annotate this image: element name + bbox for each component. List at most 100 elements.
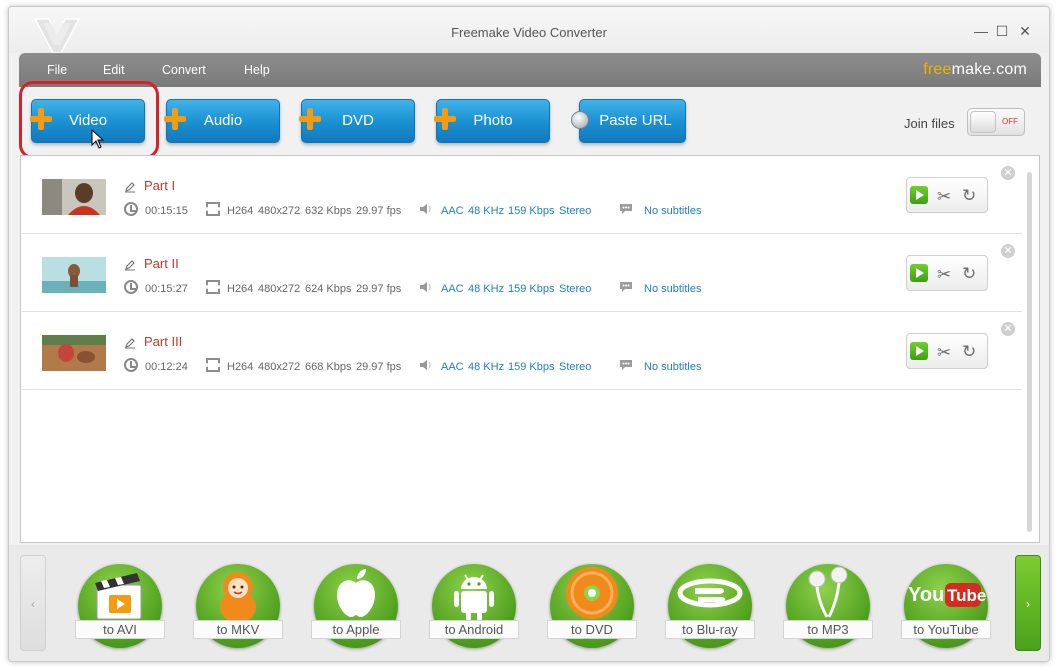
video-codec: H264 (227, 361, 254, 373)
speech-bubble-icon (620, 204, 632, 214)
maximize-button[interactable]: ☐ (994, 23, 1010, 39)
svg-text:Tube: Tube (947, 586, 986, 605)
format-label: to MP3 (783, 620, 873, 639)
video-resolution: 480x272 (258, 205, 301, 217)
format-label: to AVI (75, 620, 165, 639)
rotate-icon[interactable]: ↻ (962, 342, 976, 362)
plus-icon (434, 108, 456, 130)
format-label: to DVD (547, 620, 637, 639)
subtitles[interactable]: No subtitles (644, 361, 701, 373)
minimize-button[interactable]: — (973, 23, 989, 39)
scissors-icon[interactable]: ✂ (937, 343, 951, 363)
pencil-icon[interactable] (124, 181, 136, 193)
pencil-icon[interactable] (124, 259, 136, 271)
brand-logo[interactable]: freemake.com (923, 61, 1027, 79)
subtitles[interactable]: No subtitles (644, 205, 701, 217)
pencil-icon[interactable] (124, 337, 136, 349)
clock-icon (124, 358, 138, 372)
play-icon[interactable] (910, 186, 928, 204)
play-icon[interactable] (910, 342, 928, 360)
format-android[interactable]: to Android (429, 561, 519, 651)
menu-edit[interactable]: Edit (103, 63, 125, 77)
brand-free: free (923, 61, 952, 78)
plus-icon (164, 108, 186, 130)
format-label: to Android (429, 620, 519, 639)
film-icon (206, 280, 220, 294)
format-youtube[interactable]: You Tube to YouTube (901, 561, 991, 651)
audio-codec[interactable]: AAC (441, 361, 464, 373)
format-bar: ‹ to AVI to MKV to Apple to Android to D… (9, 545, 1049, 661)
format-dvd[interactable]: to DVD (547, 561, 637, 651)
rotate-icon[interactable]: ↻ (962, 186, 976, 206)
close-icon[interactable]: ✕ (1001, 166, 1015, 180)
file-name[interactable]: Part II (144, 256, 179, 271)
audio-rate[interactable]: 48 KHz (468, 205, 504, 217)
file-row[interactable]: Part I 00:15:15 H264 480x272 632 Kbps 29… (22, 156, 1022, 234)
format-bluray[interactable]: to Blu-ray (665, 561, 755, 651)
format-avi[interactable]: to AVI (75, 561, 165, 651)
video-codec: H264 (227, 283, 254, 295)
audio-channels[interactable]: Stereo (559, 205, 591, 217)
menu-file[interactable]: File (47, 63, 67, 77)
join-files-toggle[interactable]: OFF (967, 108, 1025, 136)
speaker-icon (420, 282, 431, 292)
subtitles[interactable]: No subtitles (644, 283, 701, 295)
window-title: Freemake Video Converter (451, 25, 607, 40)
video-resolution: 480x272 (258, 361, 301, 373)
format-label: to Apple (311, 620, 401, 639)
audio-codec[interactable]: AAC (441, 205, 464, 217)
scroll-left-button[interactable]: ‹ (20, 555, 46, 651)
duration: 00:15:15 (145, 205, 188, 217)
scrollbar[interactable] (1027, 172, 1032, 532)
paste-url-button[interactable]: Paste URL (579, 99, 686, 143)
svg-text:You: You (908, 584, 944, 606)
scroll-right-button[interactable]: › (1015, 555, 1041, 651)
audio-bitrate[interactable]: 159 Kbps (508, 361, 554, 373)
play-icon[interactable] (910, 264, 928, 282)
film-icon (206, 358, 220, 372)
video-bitrate: 668 Kbps (305, 361, 352, 373)
row-actions: ✂ ↻ (906, 333, 988, 369)
row-actions: ✂ ↻ (906, 255, 988, 291)
menu-convert[interactable]: Convert (162, 63, 206, 77)
clock-icon (124, 280, 138, 294)
clock-icon (124, 202, 138, 216)
rotate-icon[interactable]: ↻ (962, 264, 976, 284)
audio-codec[interactable]: AAC (441, 283, 464, 295)
speech-bubble-icon (620, 282, 632, 292)
format-label: to YouTube (901, 620, 991, 639)
menu-help[interactable]: Help (244, 63, 270, 77)
format-mp3[interactable]: to MP3 (783, 561, 873, 651)
join-files-label: Join files (904, 116, 955, 131)
audio-channels[interactable]: Stereo (559, 283, 591, 295)
format-apple[interactable]: to Apple (311, 561, 401, 651)
video-resolution: 480x272 (258, 283, 301, 295)
audio-rate[interactable]: 48 KHz (468, 283, 504, 295)
scissors-icon[interactable]: ✂ (937, 187, 951, 207)
app-window: Freemake Video Converter — ☐ ✕ File Edit… (8, 6, 1050, 662)
video-thumbnail (42, 335, 106, 371)
file-row[interactable]: Part II 00:15:27 H264 480x272 624 Kbps 2… (22, 234, 1022, 312)
format-mkv[interactable]: to MKV (193, 561, 283, 651)
close-icon[interactable]: ✕ (1001, 322, 1015, 336)
audio-channels[interactable]: Stereo (559, 361, 591, 373)
video-fps: 29.97 fps (356, 283, 402, 295)
audio-rate[interactable]: 48 KHz (468, 361, 504, 373)
scissors-icon[interactable]: ✂ (937, 265, 951, 285)
globe-icon (571, 111, 589, 129)
audio-bitrate[interactable]: 159 Kbps (508, 205, 554, 217)
plus-icon (299, 108, 321, 130)
file-row[interactable]: Part III 00:12:24 H264 480x272 668 Kbps … (22, 312, 1022, 390)
toolbar: Video Audio DVD Photo Paste URL (9, 87, 1049, 153)
video-thumbnail (42, 257, 106, 293)
file-name[interactable]: Part III (144, 334, 182, 349)
file-list: Part I 00:15:15 H264 480x272 632 Kbps 29… (20, 155, 1040, 543)
close-button[interactable]: ✕ (1017, 23, 1033, 39)
close-icon[interactable]: ✕ (1001, 244, 1015, 258)
file-name[interactable]: Part I (144, 178, 175, 193)
duration: 00:12:24 (145, 361, 188, 373)
video-codec: H264 (227, 205, 254, 217)
format-label: to MKV (193, 620, 283, 639)
audio-bitrate[interactable]: 159 Kbps (508, 283, 554, 295)
row-actions: ✂ ↻ (906, 177, 988, 213)
